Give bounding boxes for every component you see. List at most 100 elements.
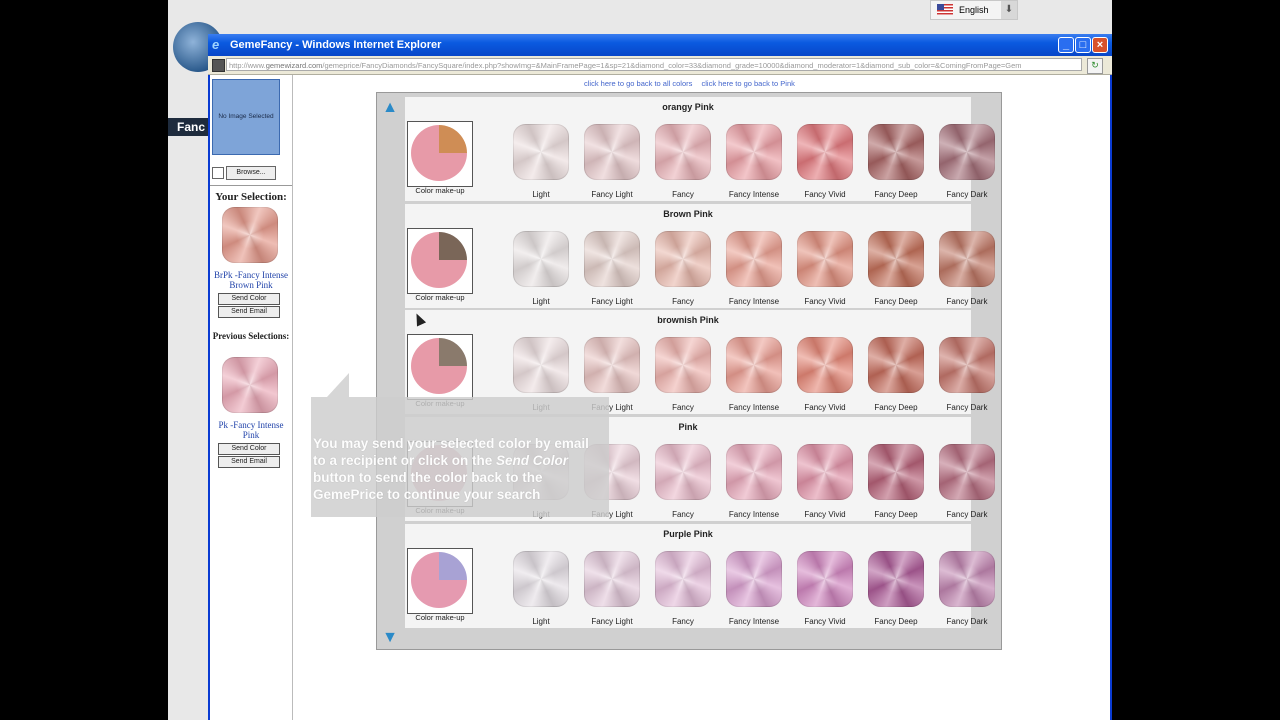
color-makeup-swatch[interactable] — [407, 334, 473, 400]
selected-gem-name[interactable]: BrPk -Fancy Intense Brown Pink — [210, 270, 292, 290]
gem-cell[interactable]: Fancy Deep — [860, 337, 926, 413]
language-label: English — [959, 5, 989, 15]
nav-links: click here to go back to all colors clic… — [584, 79, 802, 88]
grade-label: Fancy Dark — [946, 190, 988, 199]
grade-label: Light — [532, 297, 550, 306]
gem-cell[interactable]: Fancy Intense — [718, 337, 784, 413]
previous-send-color-button[interactable]: Send Color — [218, 443, 280, 455]
grade-label: Light — [532, 617, 550, 626]
gem-cell[interactable]: Fancy Dark — [931, 231, 997, 307]
color-makeup-swatch[interactable] — [407, 548, 473, 614]
gem-cell[interactable]: Fancy Light — [576, 551, 642, 627]
grade-label: Fancy — [672, 190, 694, 199]
gem-cell[interactable]: Fancy Intense — [718, 551, 784, 627]
color-makeup-swatch[interactable] — [407, 228, 473, 294]
scroll-up-arrow-icon[interactable]: ▲ — [382, 100, 398, 116]
grade-label: Fancy Intense — [728, 190, 780, 199]
gem-cell[interactable]: Light — [505, 551, 571, 627]
color-makeup-chart — [411, 338, 467, 394]
gem-image — [797, 551, 853, 607]
gem-cell[interactable]: Fancy — [647, 444, 713, 520]
back-to-all-colors-link[interactable]: click here to go back to all colors — [584, 79, 692, 88]
color-makeup-chart — [411, 232, 467, 288]
gem-cell[interactable]: Fancy Deep — [860, 444, 926, 520]
grade-label: Fancy Dark — [946, 510, 988, 519]
gem-image — [868, 337, 924, 393]
gem-cell[interactable]: Fancy — [647, 231, 713, 307]
url-field[interactable]: http://www.gemewizard.com/gemeprice/Fanc… — [226, 58, 1082, 71]
gem-cell[interactable]: Fancy Light — [576, 124, 642, 200]
tooltip-text-end: button to send the color back to the Gem… — [313, 470, 543, 502]
desktop: Fanc English ⬇ e GemeFancy - Windows Int… — [168, 0, 1112, 720]
grade-label: Fancy — [672, 297, 694, 306]
grade-label: Fancy Vivid — [804, 510, 846, 519]
gem-image — [797, 444, 853, 500]
gem-image — [939, 551, 995, 607]
gem-cell[interactable]: Fancy — [647, 551, 713, 627]
gem-cell[interactable]: Fancy Vivid — [789, 551, 855, 627]
upload-checkbox[interactable] — [212, 167, 224, 179]
gem-image — [655, 551, 711, 607]
language-selector[interactable]: English ⬇ — [930, 0, 1018, 20]
scroll-down-arrow-icon[interactable]: ▼ — [382, 630, 398, 646]
gem-cell[interactable]: Fancy Intense — [718, 444, 784, 520]
gem-image — [726, 551, 782, 607]
gem-image — [513, 551, 569, 607]
send-color-button[interactable]: Send Color — [218, 293, 280, 305]
send-email-button[interactable]: Send Email — [218, 306, 280, 318]
grade-label: Fancy Deep — [874, 617, 918, 626]
grade-label: Color make-up — [415, 613, 465, 622]
gem-cell[interactable]: Fancy — [647, 124, 713, 200]
gem-cell[interactable]: Fancy Intense — [718, 124, 784, 200]
close-button[interactable]: × — [1092, 37, 1108, 53]
gem-image — [655, 231, 711, 287]
color-section: Brown Pink Color make-up Light Fancy Light F… — [405, 204, 995, 308]
gem-cell[interactable]: Light — [505, 124, 571, 200]
grade-label: Fancy Vivid — [804, 297, 846, 306]
gem-image — [726, 444, 782, 500]
gem-cell[interactable]: Fancy Dark — [931, 444, 997, 520]
grade-label: Fancy Vivid — [804, 403, 846, 412]
gem-cell[interactable]: Fancy Vivid — [789, 337, 855, 413]
go-icon[interactable]: ↻ — [1087, 58, 1103, 74]
url-path: /gemeprice/FancyDiamonds/FancySquare/ind… — [322, 61, 1022, 70]
grade-label: Fancy Intense — [728, 510, 780, 519]
color-section: Purple Pink Color make-up Light Fancy Light… — [405, 524, 995, 628]
grade-label: Fancy Deep — [874, 403, 918, 412]
gem-cell[interactable]: Fancy Dark — [931, 337, 997, 413]
gem-cell[interactable]: Fancy Intense — [718, 231, 784, 307]
maximize-button[interactable]: □ — [1075, 37, 1091, 53]
section-title: brownish Pink — [657, 315, 719, 325]
gem-image — [655, 124, 711, 180]
grade-label: Fancy Dark — [946, 617, 988, 626]
gem-cell[interactable]: Fancy Dark — [931, 551, 997, 627]
gem-cell[interactable]: Fancy Vivid — [789, 444, 855, 520]
gem-image — [939, 231, 995, 287]
gem-cell[interactable]: Fancy Deep — [860, 231, 926, 307]
url-prefix: http://www. — [229, 61, 266, 70]
gem-cell[interactable]: Fancy Deep — [860, 551, 926, 627]
grade-label: Fancy Intense — [728, 297, 780, 306]
your-selection-heading: Your Selection: — [215, 191, 287, 203]
gem-cell[interactable]: Fancy Deep — [860, 124, 926, 200]
gem-cell[interactable]: Fancy Vivid — [789, 231, 855, 307]
page-icon — [212, 59, 225, 72]
previous-gem-name[interactable]: Pk -Fancy Intense Pink — [210, 420, 292, 440]
gem-cell[interactable]: Fancy Dark — [931, 124, 997, 200]
gem-cell[interactable]: Fancy Light — [576, 231, 642, 307]
gem-cell[interactable]: Fancy — [647, 337, 713, 413]
back-to-pink-link[interactable]: click here to go back to Pink — [701, 79, 794, 88]
previous-send-email-button[interactable]: Send Email — [218, 456, 280, 468]
previous-selections-heading: Previous Selections: — [212, 331, 290, 341]
color-makeup-swatch[interactable] — [407, 121, 473, 187]
grade-label: Fancy — [672, 617, 694, 626]
sidebar: No Image Selected Browse... Your Selecti… — [210, 75, 293, 720]
gem-cell[interactable]: Fancy Vivid — [789, 124, 855, 200]
minimize-button[interactable]: _ — [1058, 37, 1074, 53]
title-bar[interactable]: e GemeFancy - Windows Internet Explorer … — [208, 34, 1112, 56]
gem-image — [513, 124, 569, 180]
gem-cell[interactable]: Light — [505, 231, 571, 307]
download-arrow-icon[interactable]: ⬇ — [1001, 1, 1017, 19]
browse-button[interactable]: Browse... — [226, 166, 276, 180]
no-image-text: No Image Selected — [218, 113, 274, 120]
